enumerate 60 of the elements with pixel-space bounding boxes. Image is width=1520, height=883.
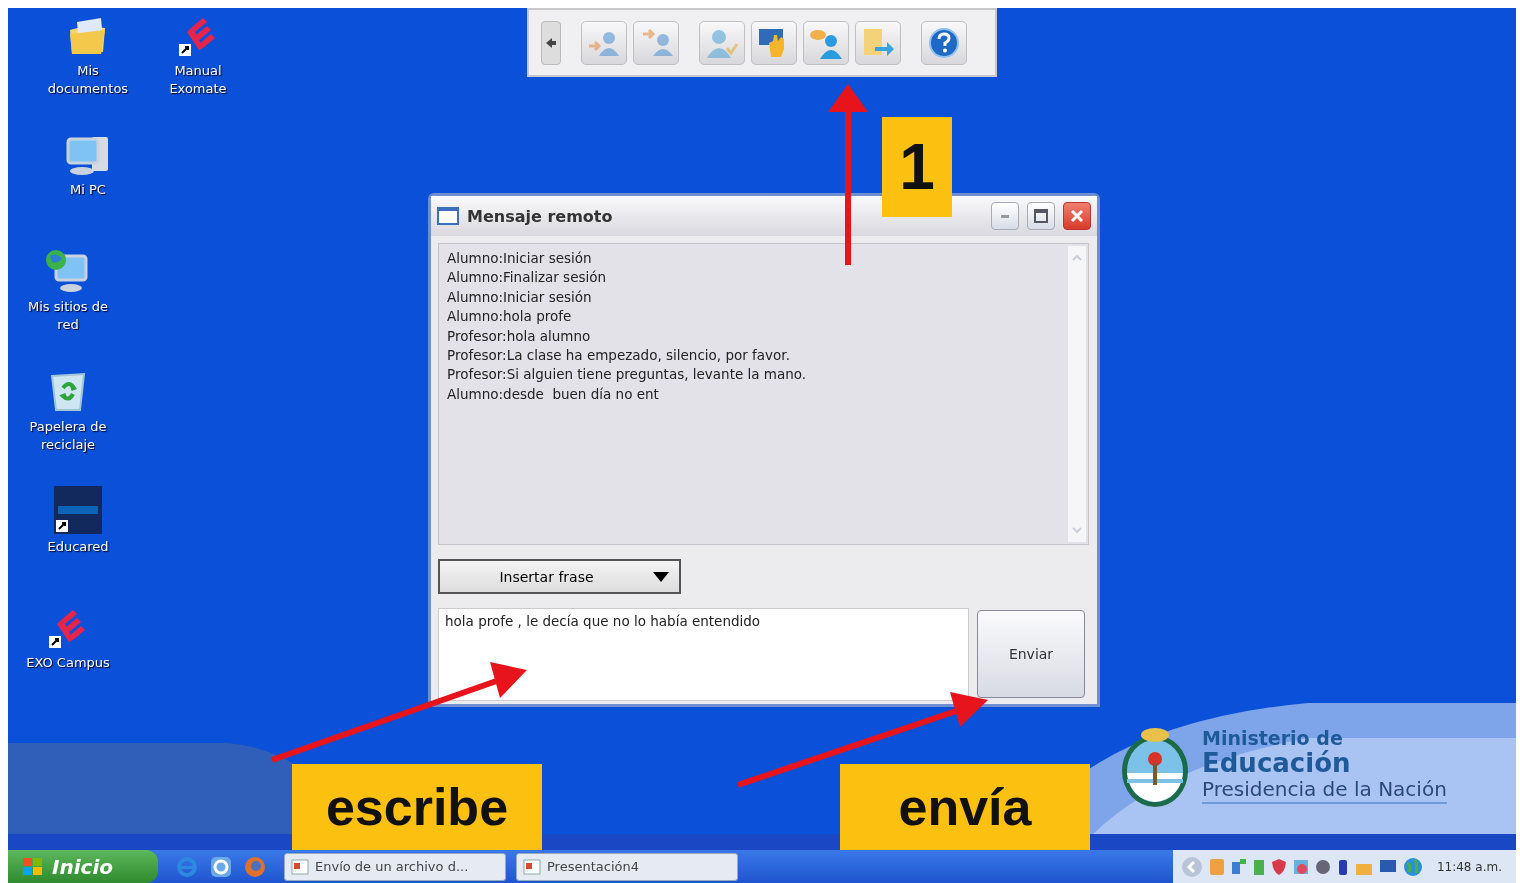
ministry-subtitle: Presidencia de la Nación xyxy=(1202,777,1447,804)
slides-icon xyxy=(523,858,541,875)
log-message: Profesor:La clase ha empezado, silencio, por favor. xyxy=(447,346,791,366)
help-icon xyxy=(928,26,960,59)
user-check-icon xyxy=(705,27,739,58)
desktop-icon-label[interactable]: Papelera de reciclaje xyxy=(20,418,116,454)
desktop-icon-label[interactable]: Mis documentos xyxy=(40,62,136,98)
window-title: Mensaje remoto xyxy=(467,206,613,226)
minimize-button[interactable] xyxy=(991,202,1019,230)
desktop-icon-label[interactable]: Educared xyxy=(47,538,109,556)
taskbar-task[interactable]: Presentación4 xyxy=(516,852,738,881)
help-button[interactable] xyxy=(921,20,967,65)
shield-icon[interactable] xyxy=(1270,857,1287,876)
shortcut-logo-icon[interactable] xyxy=(54,486,102,534)
log-message: Alumno:desde buen día no ent xyxy=(447,384,660,404)
chevron-left-icon[interactable] xyxy=(1180,855,1203,878)
document-arrow-icon xyxy=(861,26,895,59)
send-button[interactable]: Enviar xyxy=(977,610,1085,698)
toolbar-button[interactable] xyxy=(855,20,901,65)
log-message: Alumno:Finalizar sesión xyxy=(447,268,608,288)
toolbar-button[interactable] xyxy=(633,20,679,65)
clock: 11:48 a.m. xyxy=(1436,859,1502,874)
tray-app-icon[interactable] xyxy=(1230,857,1247,876)
close-icon xyxy=(1070,209,1084,223)
desktop-icon-label[interactable]: Mi PC xyxy=(70,181,106,199)
message-input[interactable]: hola profe , le decía que no lo había entendido xyxy=(438,608,969,701)
desktop-icon-label[interactable]: EXO Campus xyxy=(26,654,110,672)
slides-icon xyxy=(291,858,309,875)
window-icon xyxy=(437,207,459,225)
log-message: Profesor:Si alguien tiene preguntas, levante la mano. xyxy=(447,365,808,385)
desktop-icon-label[interactable]: Mis sitios de red xyxy=(20,298,116,334)
log-message: Alumno:hola profe xyxy=(447,307,573,327)
dropdown-arrow-icon xyxy=(653,571,669,582)
tray-app-icon[interactable] xyxy=(1292,857,1309,876)
start-button[interactable]: Inicio xyxy=(8,850,158,883)
toolbar-button[interactable] xyxy=(803,20,849,65)
close-button[interactable] xyxy=(1063,202,1091,230)
maximize-icon xyxy=(1034,209,1048,223)
tray-app-icon[interactable] xyxy=(1336,857,1349,876)
toolbar-button[interactable] xyxy=(751,20,797,65)
tray-app-icon[interactable] xyxy=(1314,857,1331,876)
maximize-button[interactable] xyxy=(1027,202,1055,230)
log-message: Profesor:hola alumno xyxy=(447,326,592,346)
callout-label: 1 xyxy=(882,117,952,217)
toolbar-button[interactable] xyxy=(581,20,627,65)
phrase-dropdown[interactable]: Insertar frase xyxy=(438,559,681,594)
left-arrow-icon xyxy=(545,36,557,49)
log-message: Alumno:Iniciar sesión xyxy=(447,249,593,268)
battery-icon[interactable] xyxy=(1252,857,1265,876)
desktop-icon-label[interactable]: Manual Exomate xyxy=(150,62,246,98)
back-button[interactable] xyxy=(541,20,561,65)
taskbar-task[interactable]: Envío de un archivo d... xyxy=(284,852,506,881)
globe-icon[interactable] xyxy=(1402,856,1423,877)
log-message: Alumno:Iniciar sesión xyxy=(447,287,593,307)
callout-label: envía xyxy=(840,764,1090,850)
callout-label: escribe xyxy=(292,764,542,850)
windows-logo-icon xyxy=(22,856,44,877)
ministry-name: Educación xyxy=(1202,749,1352,778)
minimize-icon xyxy=(1001,214,1009,218)
ministry-name: Ministerio de xyxy=(1202,728,1344,750)
